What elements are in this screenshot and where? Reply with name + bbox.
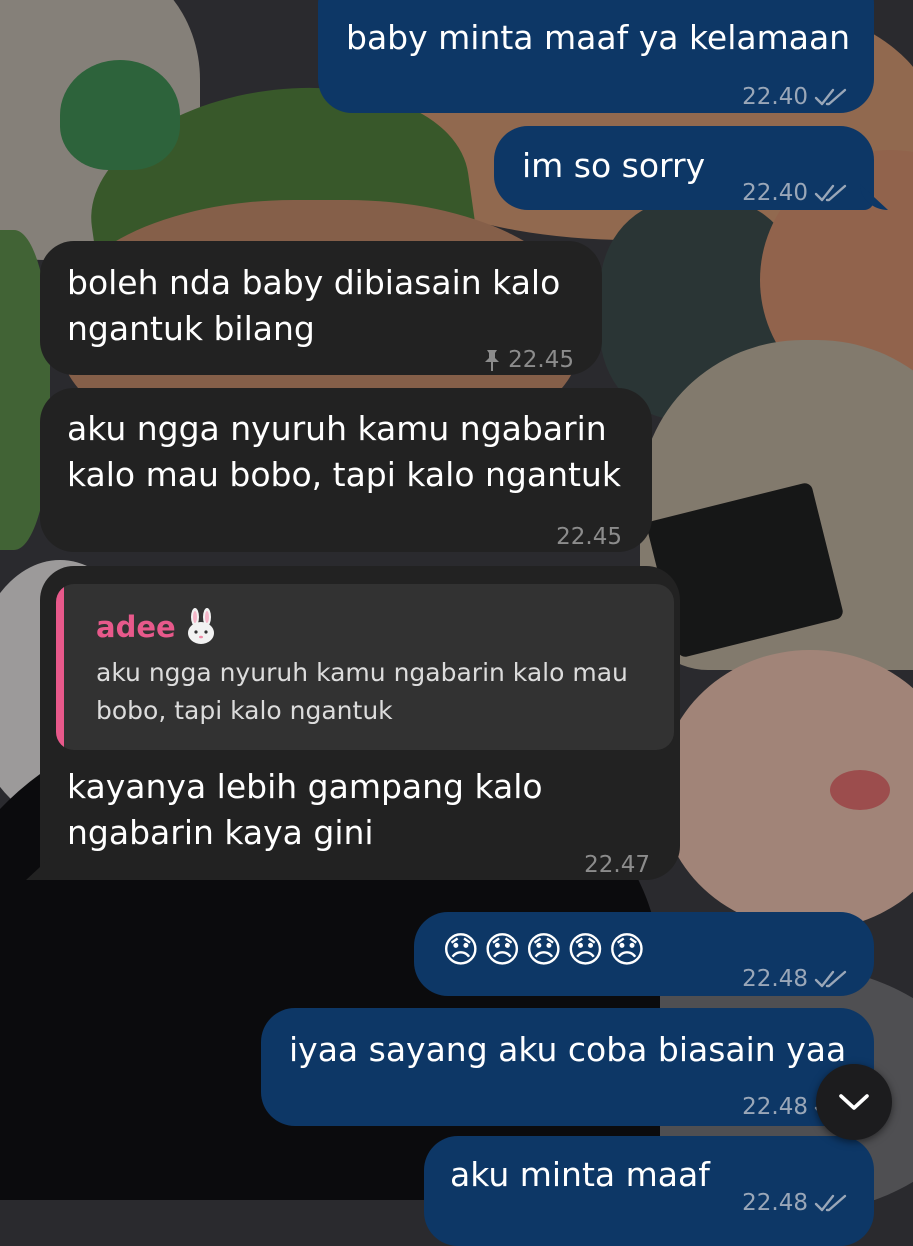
double-check-icon (814, 1194, 847, 1212)
message-meta: 22.45 (556, 514, 622, 560)
rabbit-face-emoji-icon (187, 608, 214, 644)
message-time: 22.47 (584, 852, 650, 878)
message-bubble-incoming[interactable]: boleh nda baby dibiasain kalo ngantuk bi… (40, 241, 602, 375)
message-text: baby minta maaf ya kelamaan (346, 18, 851, 57)
reply-quote[interactable]: adee aku ngga nyuruh kamu ngabarin kalo … (56, 584, 674, 750)
reply-sender: adee (96, 604, 220, 650)
message-time: 22.48 (742, 966, 808, 992)
message-time: 22.45 (508, 347, 574, 373)
pin-icon (485, 350, 500, 371)
message-text: im so sorry (522, 146, 706, 185)
message-bubble-outgoing[interactable]: im so sorry 22.40 (494, 126, 874, 210)
message-bubble-incoming-reply[interactable]: adee aku ngga nyuruh kamu ngabarin kalo … (40, 566, 680, 880)
message-text: kayanya lebih gampang kalo ngabarin kaya… (67, 767, 543, 852)
message-time: 22.40 (742, 180, 808, 206)
double-check-icon (814, 184, 847, 202)
scroll-to-bottom-button[interactable] (816, 1064, 892, 1140)
double-check-icon (814, 88, 847, 106)
message-bubble-outgoing[interactable]: iyaa sayang aku coba biasain yaa 22.48 (261, 1008, 874, 1126)
message-meta: 22.48 (742, 956, 848, 1002)
message-meta: 22.45 (482, 337, 574, 383)
message-emoji-text: 😞😞😞😞😞 (442, 930, 650, 971)
message-text: aku ngga nyuruh kamu ngabarin kalo mau b… (67, 409, 621, 494)
message-meta: 22.40 (742, 170, 848, 216)
double-check-icon (814, 970, 847, 988)
message-bubble-incoming[interactable]: aku ngga nyuruh kamu ngabarin kalo mau b… (40, 388, 652, 552)
chevron-down-icon (839, 1094, 869, 1110)
reply-accent-bar (56, 584, 64, 750)
message-time: 22.45 (556, 524, 622, 550)
message-bubble-outgoing[interactable]: 😞😞😞😞😞 22.48 (414, 912, 874, 996)
message-bubble-outgoing[interactable]: baby minta maaf ya kelamaan 22.40 (318, 0, 874, 113)
reply-text: aku ngga nyuruh kamu ngabarin kalo mau b… (96, 658, 628, 725)
message-text: iyaa sayang aku coba biasain yaa (289, 1030, 847, 1069)
message-meta: 22.48 (742, 1180, 848, 1226)
message-bubble-outgoing[interactable]: aku minta maaf 22.48 (424, 1136, 874, 1246)
message-time: 22.48 (742, 1094, 808, 1120)
message-time: 22.40 (742, 84, 808, 110)
message-text: aku minta maaf (450, 1155, 710, 1194)
message-time: 22.48 (742, 1190, 808, 1216)
message-meta: 22.47 (584, 842, 650, 888)
reply-sender-name: adee (96, 610, 176, 644)
message-meta: 22.40 (742, 74, 848, 120)
